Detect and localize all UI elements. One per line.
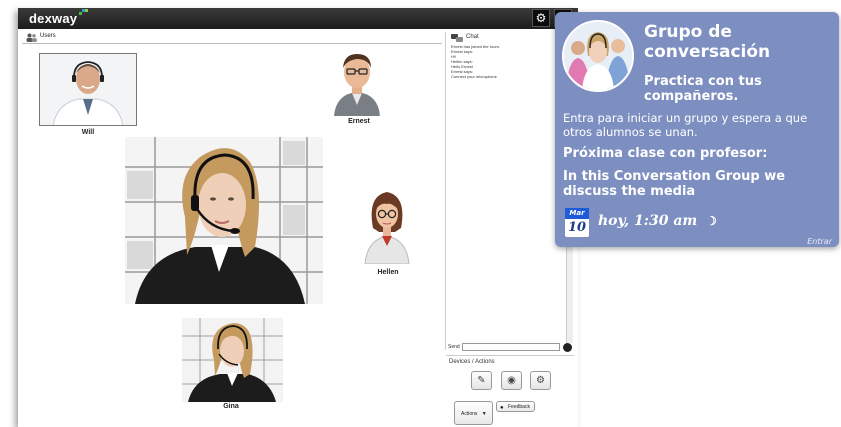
avatar <box>364 192 410 264</box>
participant-tile-gina[interactable] <box>182 318 283 402</box>
chat-icon <box>451 34 463 42</box>
participant-name: Ernest <box>348 118 370 125</box>
top-bar: dexway ⚙ ? <box>18 8 578 29</box>
app-logo: dexway <box>29 11 78 26</box>
class-time-text: hoy, 1:30 am <box>598 213 698 229</box>
chat-title: Chat <box>466 34 479 40</box>
devices-panel: Devices / Actions ✎ ◉ ⚙ Actions ▼ ● Feed… <box>446 355 574 427</box>
chat-message: Connect your microphone <box>451 74 497 79</box>
feedback-label: Feedback <box>508 404 530 410</box>
participant-tile-ernest[interactable] <box>330 50 384 116</box>
users-title: Users <box>40 33 56 39</box>
card-description: Entra para iniciar un grupo y espera a q… <box>563 111 808 139</box>
camera-icon[interactable]: ◉ <box>501 371 522 390</box>
calendar-month: Mar <box>565 208 589 219</box>
participant-name: Gina <box>223 403 239 410</box>
webcam-photo-large <box>125 137 323 304</box>
gear-icon[interactable]: ⚙ <box>532 9 550 27</box>
class-time: hoy, 1:30 am ☽ <box>598 213 717 229</box>
moon-icon: ☽ <box>706 214 717 228</box>
card-subtitle: Practica con tus compañeros. <box>644 74 762 104</box>
users-icon <box>26 33 37 42</box>
participant-tile-main[interactable] <box>125 137 323 304</box>
participant-tile-will[interactable] <box>39 53 137 126</box>
webcam-photo <box>182 318 283 402</box>
send-label: Send <box>448 344 460 350</box>
enter-link[interactable]: Entrar <box>807 237 832 246</box>
send-button[interactable] <box>563 343 572 352</box>
users-header <box>22 32 442 44</box>
avatar <box>334 54 380 116</box>
feedback-button[interactable]: ● Feedback <box>496 401 535 412</box>
calendar-icon: Mar 10 <box>565 208 589 237</box>
class-topic: In this Conversation Group we discuss th… <box>563 169 786 199</box>
app-window: dexway ⚙ ? Users <box>18 8 578 427</box>
chevron-down-icon: ▼ <box>481 411 487 417</box>
screen: dexway ⚙ ? Users <box>0 0 841 427</box>
devices-title: Devices / Actions <box>449 359 495 365</box>
participant-name: Hellen <box>377 269 399 276</box>
actions-label: Actions <box>461 411 478 417</box>
calendar-day: 10 <box>567 220 587 235</box>
speech-bubble-icon: ● <box>500 405 504 411</box>
settings-icon[interactable]: ⚙ <box>530 371 551 390</box>
card-title: Grupo de conversación <box>644 22 771 62</box>
group-photo <box>564 22 632 90</box>
actions-button[interactable]: Actions ▼ <box>454 401 493 425</box>
participant-tile-hellen[interactable] <box>361 188 413 264</box>
chat-panel: Chat Ernest has joined the room. Ernest … <box>445 32 573 350</box>
conversation-group-card[interactable]: Grupo de conversación Practica con tus c… <box>555 12 839 247</box>
participant-name: Will <box>81 129 95 136</box>
send-row: Send <box>446 343 574 352</box>
microphone-icon[interactable]: ✎ <box>471 371 492 390</box>
group-avatar <box>562 20 634 92</box>
logo-mark-icon <box>79 9 88 15</box>
chat-messages: Ernest has joined the room. Ernest says:… <box>451 44 571 79</box>
chat-input[interactable] <box>462 343 560 351</box>
next-class-label: Próxima clase con profesor: <box>563 146 768 161</box>
webcam-photo <box>39 53 137 126</box>
